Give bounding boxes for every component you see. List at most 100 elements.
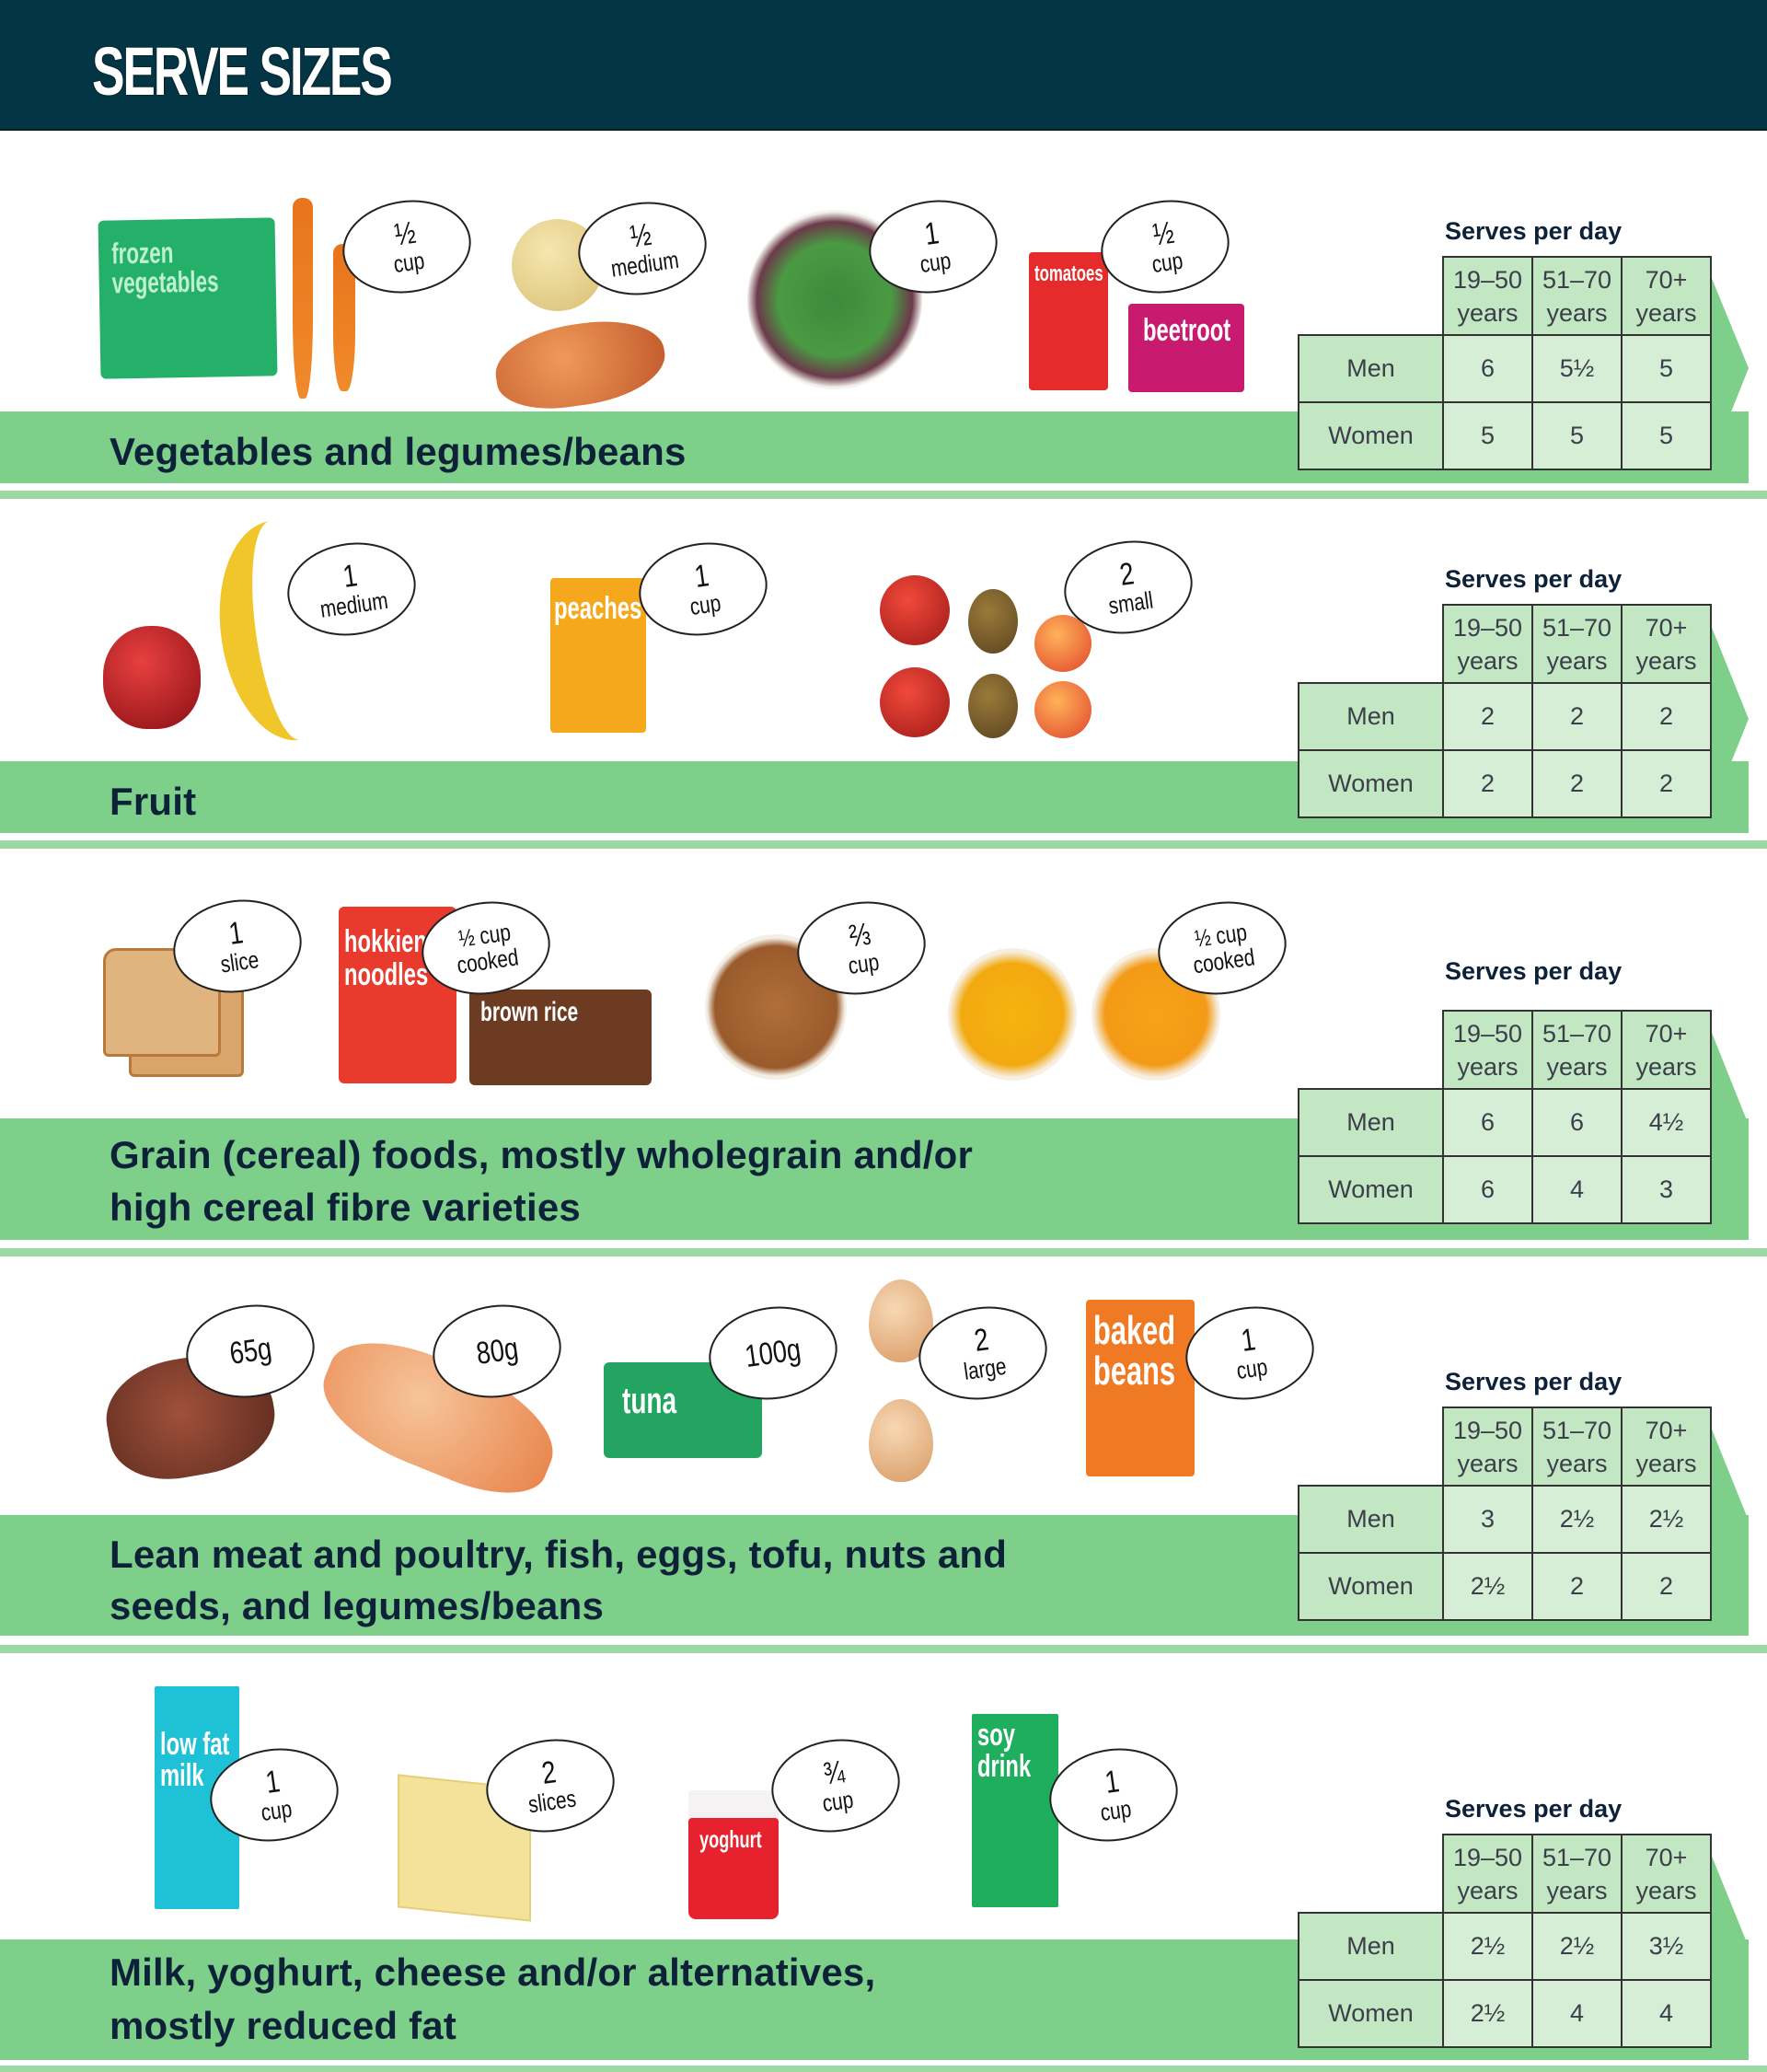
serve-amount: 1: [1102, 1764, 1122, 1801]
page-header: SERVE SIZES: [0, 0, 1767, 131]
serves-per-day-title: Serves per day: [1445, 565, 1623, 593]
table-row: Women 6 4 3: [1298, 1155, 1712, 1224]
column-header: 70+ years: [1621, 256, 1712, 336]
serve-value: 5: [1442, 401, 1533, 470]
table-row: Men 6 5½ 5: [1298, 334, 1712, 403]
serve-unit: small: [1106, 585, 1155, 620]
serve-amount: 1: [921, 215, 941, 253]
serve-badge: 1 cup: [632, 534, 774, 644]
serve-amount: ½: [392, 214, 418, 253]
sweet-potato: [490, 312, 671, 417]
brown-rice-pack: brown rice: [469, 990, 652, 1085]
can-text: tuna: [622, 1381, 677, 1421]
serve-badge: ½ cup: [336, 191, 478, 302]
column-header: 70+ years: [1621, 1406, 1712, 1487]
serve-value: 2: [1531, 682, 1623, 751]
serve-amount: ¾: [821, 1754, 847, 1792]
serve-badge: 1 cup: [1043, 1740, 1184, 1850]
small-fruit: [968, 674, 1018, 738]
small-fruit: [880, 667, 950, 737]
table-row: Women 5 5 5: [1298, 401, 1712, 470]
column-header: 19–50 years: [1442, 1406, 1533, 1487]
category-label: seeds, and legumes/beans: [110, 1584, 605, 1627]
serve-value: 3: [1621, 1155, 1712, 1224]
column-header: 51–70 years: [1531, 1834, 1623, 1914]
serve-value: 4½: [1621, 1088, 1712, 1157]
serve-value: 4: [1621, 1979, 1712, 2048]
small-fruit: [1034, 681, 1091, 738]
page-title: SERVE SIZES: [92, 33, 393, 110]
serve-badge: 2 large: [912, 1298, 1054, 1408]
baked-beans-can: baked beans: [1086, 1300, 1195, 1476]
section-divider: [0, 2066, 1767, 2072]
yoghurt-tub: yoghurt: [688, 1818, 779, 1919]
serve-unit: cup: [391, 246, 427, 279]
serve-value: 2½: [1442, 1979, 1533, 2048]
serve-value: 2: [1621, 682, 1712, 751]
section-divider: [0, 840, 1767, 849]
serve-value: 5: [1621, 401, 1712, 470]
category-label: Milk, yoghurt, cheese and/or alternative…: [110, 1950, 876, 1994]
serves-table: 19–50 years 51–70 years 70+ years Men 6 6 4…: [1298, 1010, 1712, 1224]
row-label: Women: [1298, 401, 1444, 470]
column-header: 19–50 years: [1442, 1834, 1533, 1914]
can-text: baked beans: [1093, 1308, 1176, 1394]
serve-amount: 1: [340, 558, 360, 596]
column-header: 70+ years: [1621, 1834, 1712, 1914]
tomatoes-can: tomatoes: [1029, 252, 1108, 390]
serve-unit: slice: [218, 945, 261, 978]
serve-value: 5: [1621, 334, 1712, 403]
peaches-can: peaches: [550, 578, 646, 733]
category-label: Fruit: [110, 780, 197, 823]
table-row: Men 2 2 2: [1298, 682, 1712, 751]
serve-unit: cup: [820, 1785, 856, 1818]
serve-value: 3: [1442, 1485, 1533, 1554]
serve-amount: 2: [1116, 556, 1137, 594]
serves-table: 19–50 years 51–70 years 70+ years Men 2 2 2…: [1298, 604, 1712, 818]
serve-unit: cup: [1234, 1352, 1270, 1385]
small-fruit: [968, 589, 1018, 654]
serve-value: 4: [1531, 1155, 1623, 1224]
row-label: Women: [1298, 749, 1444, 818]
row-label: Men: [1298, 1088, 1444, 1157]
serve-amount: 65g: [226, 1331, 274, 1372]
can-text: tomatoes: [1034, 261, 1103, 286]
column-header: 70+ years: [1621, 604, 1712, 684]
soy-drink-carton: soy drink: [972, 1714, 1058, 1907]
serve-unit: cup: [259, 1794, 294, 1827]
serve-unit: cup: [846, 947, 882, 980]
serve-value: 2: [1531, 1552, 1623, 1621]
serve-badge: ¾ cup: [765, 1731, 907, 1841]
serve-value: 6: [1531, 1088, 1623, 1157]
pack-text: frozen vegetables: [110, 236, 219, 300]
serve-unit: slices: [526, 1784, 579, 1819]
serves-per-day-title: Serves per day: [1445, 1795, 1623, 1823]
column-header: 70+ years: [1621, 1010, 1712, 1090]
row-label: Women: [1298, 1552, 1444, 1621]
row-label: Men: [1298, 682, 1444, 751]
section-divider: [0, 1248, 1767, 1256]
serve-amount: 2: [538, 1754, 559, 1792]
serve-value: 4: [1531, 1979, 1623, 2048]
serve-unit: cup: [918, 246, 953, 279]
serve-value: 2: [1442, 749, 1533, 818]
can-text: peaches: [554, 591, 642, 626]
serve-amount: 1: [225, 915, 246, 953]
row-label: Men: [1298, 1912, 1444, 1981]
section-divider: [0, 1645, 1767, 1653]
beetroot-can: beetroot: [1128, 304, 1244, 392]
serve-value: 2½: [1621, 1485, 1712, 1554]
serves-table: 19–50 years 51–70 years 70+ years Men 6 5½ …: [1298, 256, 1712, 470]
serves-table: 19–50 years 51–70 years 70+ years Men 3 2½ …: [1298, 1406, 1712, 1621]
serve-value: 2: [1621, 1552, 1712, 1621]
serve-value: 5½: [1531, 334, 1623, 403]
serve-value: 6: [1442, 1088, 1533, 1157]
column-header: 51–70 years: [1531, 1406, 1623, 1487]
serve-value: 2½: [1442, 1552, 1533, 1621]
table-row: Women 2½ 4 4: [1298, 1979, 1712, 2048]
pack-text: brown rice: [480, 997, 579, 1027]
serve-unit: medium: [608, 245, 681, 283]
serve-value: 6: [1442, 1155, 1533, 1224]
table-row: Men 6 6 4½: [1298, 1088, 1712, 1157]
egg-2: [869, 1399, 933, 1482]
